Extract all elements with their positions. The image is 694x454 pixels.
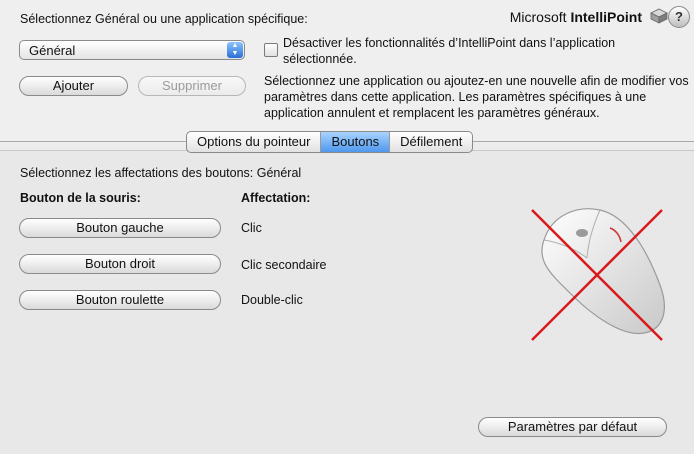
mouse-illustration-icon bbox=[531, 208, 665, 341]
tab-pointer-options[interactable]: Options du pointeur bbox=[187, 132, 322, 152]
right-button-assignment: Clic secondaire bbox=[241, 258, 327, 272]
popup-arrows-icon: ▲ ▼ bbox=[227, 42, 243, 58]
brand-name: IntelliPoint bbox=[570, 9, 642, 25]
tab-bar: Options du pointeur Boutons Défilement bbox=[186, 131, 474, 153]
restore-defaults-button[interactable]: Paramètres par défaut bbox=[478, 417, 667, 437]
add-button[interactable]: Ajouter bbox=[19, 76, 128, 96]
left-button-button[interactable]: Bouton gauche bbox=[19, 218, 221, 238]
disable-intellipoint-checkbox[interactable] bbox=[264, 43, 278, 57]
app-select-label: Sélectionnez Général ou une application … bbox=[20, 12, 308, 26]
assignment-column-header: Affectation: bbox=[241, 191, 311, 205]
tab-scrolling[interactable]: Défilement bbox=[390, 132, 472, 152]
intellipoint-logo-icon bbox=[650, 8, 668, 24]
application-popup-value: Général bbox=[29, 43, 76, 58]
right-button-button[interactable]: Bouton droit bbox=[19, 254, 221, 274]
mouse-button-column-header: Bouton de la souris: bbox=[20, 191, 141, 205]
help-icon[interactable]: ? bbox=[668, 6, 690, 28]
wheel-button-assignment: Double-clic bbox=[241, 293, 303, 307]
disable-intellipoint-label: Désactiver les fonctionnalités d’Intelli… bbox=[283, 36, 616, 66]
remove-button[interactable]: Supprimer bbox=[138, 76, 246, 96]
left-button-assignment: Clic bbox=[241, 221, 262, 235]
brand-prefix: Microsoft bbox=[509, 9, 571, 25]
tab-buttons[interactable]: Boutons bbox=[321, 132, 391, 152]
assignments-title: Sélectionnez les affectations des bouton… bbox=[20, 166, 302, 180]
brand-title: Microsoft IntelliPoint bbox=[510, 9, 642, 25]
wheel-button-button[interactable]: Bouton roulette bbox=[19, 290, 221, 310]
application-popup[interactable]: Général ▲ ▼ bbox=[19, 40, 245, 60]
application-info-text: Sélectionnez une application ou ajoutez-… bbox=[264, 74, 689, 120]
